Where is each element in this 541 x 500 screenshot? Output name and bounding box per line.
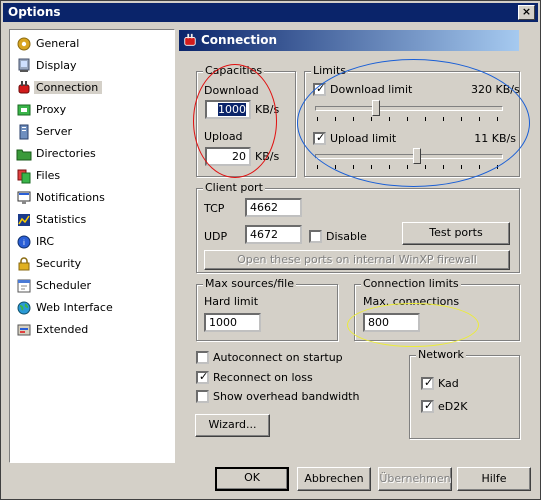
monitor-icon [18,58,30,72]
server-icon [19,124,29,140]
sidebar-item-directories[interactable]: Directories [14,144,170,164]
title-bar: Options × [3,3,538,22]
sidebar-item-web-interface[interactable]: Web Interface [14,298,170,318]
sidebar-item-label: Extended [36,323,89,336]
autoconnect-checkbox[interactable] [196,351,209,364]
folder-icon [16,149,32,161]
hard-limit-input[interactable]: 1000 [204,313,261,332]
overhead-label: Show overhead bandwidth [213,390,360,403]
sidebar-item-label: IRC [36,235,55,248]
network-group: Network [409,348,520,439]
help-button[interactable]: Hilfe [457,467,531,491]
yellow-annotation-ellipse [347,303,479,347]
ed2k-checkbox[interactable]: ✓ [421,399,434,413]
sidebar-item-general[interactable]: General [14,34,170,54]
sidebar-item-security[interactable]: Security [14,254,170,274]
client-port-title: Client port [203,181,265,194]
sidebar: General Display Connection Proxy Server … [9,29,175,463]
apply-button[interactable]: Übernehmen [378,467,452,491]
reconnect-label: Reconnect on loss [213,371,313,384]
sidebar-item-label: Notifications [36,191,105,204]
window-title: Options [8,5,61,19]
udp-label: UDP [204,230,228,243]
options-dialog: Options × General Display Connection Pro… [0,0,541,500]
kad-checkbox[interactable]: ✓ [421,376,434,390]
tcp-label: TCP [204,202,225,215]
reconnect-checkbox[interactable]: ✓ [196,370,209,384]
cancel-button[interactable]: Abbrechen [297,467,371,491]
statistics-icon [18,214,30,226]
panel-header: Connection [179,30,519,51]
sidebar-item-label: Proxy [36,103,67,116]
sidebar-item-label: Scheduler [36,279,92,292]
autoconnect-label: Autoconnect on startup [213,351,343,364]
tcp-port-input[interactable]: 4662 [245,198,302,217]
sidebar-item-label: Statistics [36,213,87,226]
sidebar-item-label: General [36,37,80,50]
udp-port-input[interactable]: 4672 [245,225,302,244]
sidebar-item-label: Security [36,257,82,270]
ed2k-label: eD2K [438,400,468,413]
gear-icon [17,37,31,51]
sidebar-item-extended[interactable]: Extended [14,320,170,340]
sidebar-item-label: Directories [36,147,96,160]
sidebar-item-files[interactable]: Files [14,166,170,186]
sidebar-item-server[interactable]: Server [14,122,170,142]
overhead-checkbox[interactable] [196,390,209,403]
sidebar-item-proxy[interactable]: Proxy [14,100,170,120]
sidebar-item-label: Server [36,125,73,138]
sidebar-item-scheduler[interactable]: Scheduler [14,276,170,296]
globe-icon [17,301,31,315]
wizard-button[interactable]: Wizard... [195,414,270,437]
disable-udp-checkbox[interactable] [309,230,322,243]
network-title: Network [416,348,466,361]
sidebar-item-connection[interactable]: Connection [14,78,170,98]
irc-icon: i [17,235,31,249]
kad-label: Kad [438,377,459,390]
sidebar-item-label: Files [36,169,61,182]
panel-title: Connection [201,33,278,47]
test-ports-button[interactable]: Test ports [402,222,510,245]
sidebar-item-notifications[interactable]: Notifications [14,188,170,208]
max-sources-title: Max sources/file [203,277,296,290]
sidebar-item-statistics[interactable]: Statistics [14,210,170,230]
sidebar-item-label: Connection [34,81,103,94]
red-annotation-ellipse [193,64,277,178]
sidebar-item-label: Web Interface [36,301,113,314]
notification-icon [17,191,31,204]
svg-text:i: i [23,239,25,247]
blue-annotation-ellipse [297,59,530,187]
lock-icon [18,257,30,271]
calendar-icon [17,279,31,293]
sidebar-item-irc[interactable]: i IRC [14,232,170,252]
ok-button[interactable]: OK [215,467,289,491]
slider-tick [317,165,318,169]
close-button[interactable]: × [518,5,535,20]
plug-icon [184,33,196,46]
files-icon [17,169,31,184]
hard-limit-label: Hard limit [204,295,259,308]
connection-limits-title: Connection limits [361,277,461,290]
plug-icon [18,81,30,94]
sidebar-item-label: Display [36,59,77,72]
extended-icon [17,324,31,336]
disable-label: Disable [326,230,367,243]
proxy-icon [17,104,31,116]
sidebar-item-display[interactable]: Display [14,56,170,76]
open-firewall-ports-button[interactable]: Open these ports on internal WinXP firew… [204,250,510,270]
